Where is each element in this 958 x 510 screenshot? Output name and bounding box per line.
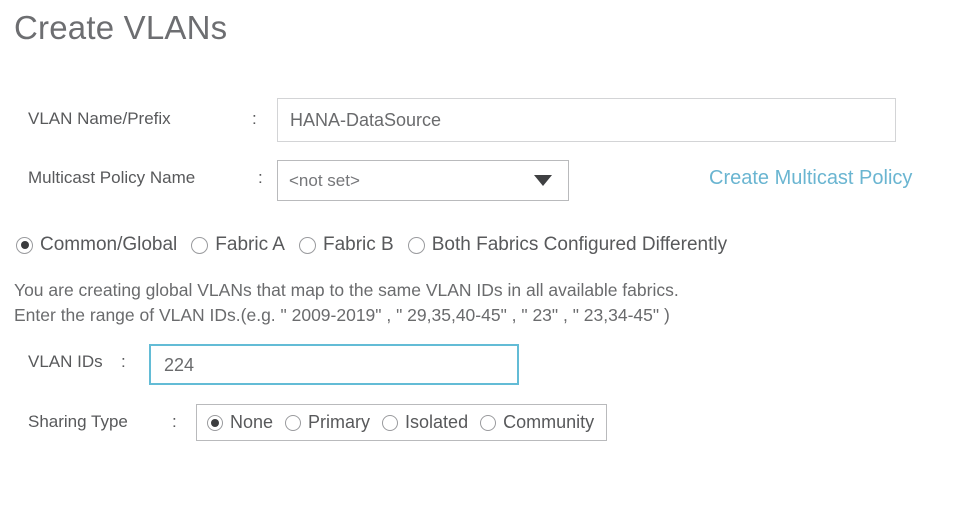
radio-indicator[interactable] <box>285 414 302 431</box>
vlan-name-label: VLAN Name/Prefix <box>28 109 171 128</box>
multicast-policy-selected-value: <not set> <box>289 170 360 190</box>
fabric-scope-radio-group: Common/Global Fabric A Fabric B Both Fab… <box>0 231 958 259</box>
radio-indicator[interactable] <box>207 414 223 431</box>
radio-indicator[interactable] <box>191 236 209 254</box>
vlan-ids-input[interactable]: 224 <box>149 344 519 385</box>
radio-label: Primary <box>308 412 371 432</box>
radio-label: Community <box>503 412 595 432</box>
radio-indicator[interactable] <box>16 236 33 254</box>
sharing-type-colon: : <box>172 412 177 431</box>
sharing-type-radio-group: None Primary Isolated Community <box>196 404 608 441</box>
radio-label: Isolated <box>405 412 469 432</box>
multicast-policy-select[interactable]: <not set> <box>277 160 569 201</box>
sharing-type-label: Sharing Type <box>28 412 128 431</box>
multicast-policy-label: Multicast Policy Name <box>28 168 196 187</box>
radio-label: Common/Global <box>40 234 178 255</box>
radio-label: Fabric B <box>322 234 394 255</box>
vlan-name-row: VLAN Name/Prefix : HANA-DataSource <box>0 98 958 144</box>
radio-label: Both Fabrics Configured Differently <box>431 234 728 255</box>
radio-sharing-primary[interactable]: Primary <box>285 412 370 433</box>
radio-indicator[interactable] <box>480 414 497 431</box>
radio-fabric-b[interactable]: Fabric B <box>298 234 394 256</box>
description-line-2: Enter the range of VLAN IDs.(e.g. " 2009… <box>14 305 670 325</box>
multicast-policy-colon: : <box>258 168 263 187</box>
description-line-1: You are creating global VLANs that map t… <box>14 280 679 300</box>
vlan-ids-label: VLAN IDs <box>28 352 103 371</box>
sharing-type-row: Sharing Type : None Primary Isolated Com… <box>0 404 958 442</box>
radio-sharing-none[interactable]: None <box>207 412 273 433</box>
radio-label: Fabric A <box>215 234 285 255</box>
vlan-name-colon: : <box>252 109 257 128</box>
vlan-name-input[interactable]: HANA-DataSource <box>277 98 896 142</box>
create-multicast-policy-link[interactable]: Create Multicast Policy <box>709 167 912 190</box>
radio-indicator[interactable] <box>382 414 399 431</box>
description-text: You are creating global VLANs that map t… <box>14 278 679 328</box>
radio-label: None <box>230 412 274 432</box>
radio-sharing-community[interactable]: Community <box>480 412 594 433</box>
chevron-down-icon <box>534 175 552 186</box>
radio-both-fabrics-configured-differently[interactable]: Both Fabrics Configured Differently <box>407 234 728 256</box>
page-title: Create VLANs <box>14 9 228 46</box>
radio-indicator[interactable] <box>407 236 425 254</box>
radio-sharing-isolated[interactable]: Isolated <box>382 412 468 433</box>
radio-fabric-a[interactable]: Fabric A <box>191 234 285 256</box>
radio-common-global[interactable]: Common/Global <box>16 234 177 256</box>
vlan-ids-colon: : <box>121 352 126 371</box>
radio-indicator[interactable] <box>298 236 316 254</box>
vlan-ids-row: VLAN IDs : 224 <box>0 344 958 386</box>
